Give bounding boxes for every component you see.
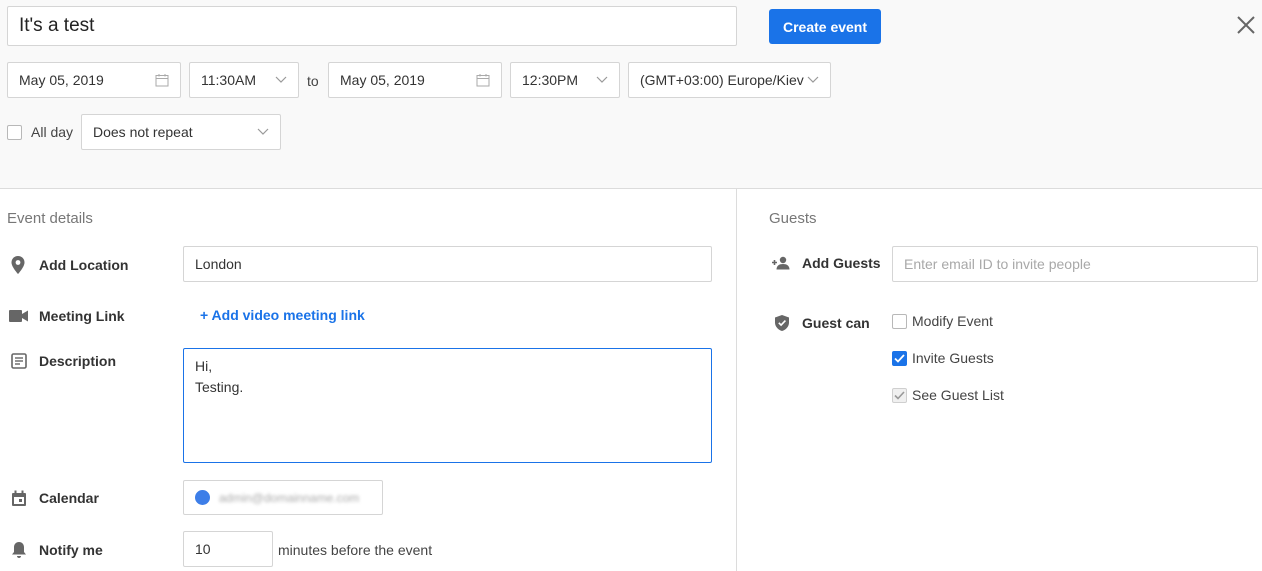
calendar-color-dot xyxy=(195,490,210,505)
end-time-value: 12:30PM xyxy=(522,72,579,88)
end-date-picker[interactable]: May 05, 2019 xyxy=(328,62,502,98)
description-line: Hi, xyxy=(195,358,213,374)
guest-option-invite-guests[interactable]: Invite Guests xyxy=(892,350,994,366)
description-icon xyxy=(9,351,29,371)
calendar-select[interactable]: admin@domainname.com xyxy=(183,480,383,515)
chevron-down-icon xyxy=(275,76,287,84)
start-date-picker[interactable]: May 05, 2019 xyxy=(7,62,181,98)
event-details-title: Event details xyxy=(7,210,93,227)
guest-option-see-guest-list: See Guest List xyxy=(892,387,1004,403)
chevron-down-icon xyxy=(257,128,269,136)
section-divider xyxy=(736,189,737,571)
add-video-meeting-link[interactable]: + Add video meeting link xyxy=(200,307,365,323)
calendar-icon xyxy=(9,488,29,508)
notify-minutes-value: 10 xyxy=(195,541,211,557)
repeat-select[interactable]: Does not repeat xyxy=(81,114,281,150)
timezone-value: (GMT+03:00) Europe/Kiev xyxy=(640,72,804,88)
modify-event-label: Modify Event xyxy=(912,313,993,329)
notify-minutes-input[interactable]: 10 xyxy=(183,531,273,567)
start-time-value: 11:30AM xyxy=(201,72,256,88)
all-day-toggle[interactable]: All day xyxy=(7,124,73,140)
location-input[interactable]: London xyxy=(183,246,712,282)
calendar-label: Calendar xyxy=(39,490,99,506)
shield-check-icon xyxy=(772,313,792,333)
description-line: Testing. xyxy=(195,379,244,395)
calendar-icon xyxy=(155,73,169,87)
guests-title: Guests xyxy=(769,210,817,227)
start-time-select[interactable]: 11:30AM xyxy=(189,62,299,98)
notify-label: Notify me xyxy=(39,542,103,558)
create-event-button[interactable]: Create event xyxy=(769,9,881,44)
guest-can-label: Guest can xyxy=(802,315,870,331)
all-day-label: All day xyxy=(31,124,74,140)
close-icon[interactable] xyxy=(1234,13,1258,37)
event-title-input[interactable]: It's a test xyxy=(7,6,737,46)
see-guest-list-label: See Guest List xyxy=(912,387,1004,403)
checkmark-icon xyxy=(894,353,905,363)
repeat-value: Does not repeat xyxy=(93,124,193,140)
location-pin-icon xyxy=(8,255,28,275)
bell-icon xyxy=(9,540,29,560)
chevron-down-icon xyxy=(596,76,608,84)
notify-suffix-label: minutes before the event xyxy=(278,542,433,558)
to-label: to xyxy=(307,73,319,89)
description-label: Description xyxy=(39,353,117,369)
checkmark-icon xyxy=(894,390,905,400)
guest-option-modify-event[interactable]: Modify Event xyxy=(892,313,993,329)
guest-email-input[interactable]: Enter email ID to invite people xyxy=(892,246,1258,282)
meeting-link-label: Meeting Link xyxy=(39,308,125,324)
add-person-icon xyxy=(771,253,791,273)
guest-email-placeholder: Enter email ID to invite people xyxy=(904,256,1091,272)
video-camera-icon xyxy=(9,306,29,326)
end-date-value: May 05, 2019 xyxy=(340,72,425,88)
add-guests-label: Add Guests xyxy=(802,255,881,271)
invite-guests-checkbox[interactable] xyxy=(892,350,907,366)
description-textarea[interactable]: Hi, Testing. xyxy=(183,348,712,463)
calendar-icon xyxy=(476,73,490,87)
see-guest-list-checkbox xyxy=(892,387,907,403)
end-time-select[interactable]: 12:30PM xyxy=(510,62,620,98)
all-day-checkbox[interactable] xyxy=(7,124,22,140)
calendar-email-value: admin@domainname.com xyxy=(219,490,360,505)
timezone-select[interactable]: (GMT+03:00) Europe/Kiev xyxy=(628,62,831,98)
start-date-value: May 05, 2019 xyxy=(19,72,104,88)
location-label: Add Location xyxy=(39,257,129,273)
invite-guests-label: Invite Guests xyxy=(912,350,994,366)
event-title-value: It's a test xyxy=(19,15,95,36)
chevron-down-icon xyxy=(807,76,819,84)
location-value: London xyxy=(195,256,242,272)
modify-event-checkbox[interactable] xyxy=(892,313,907,329)
